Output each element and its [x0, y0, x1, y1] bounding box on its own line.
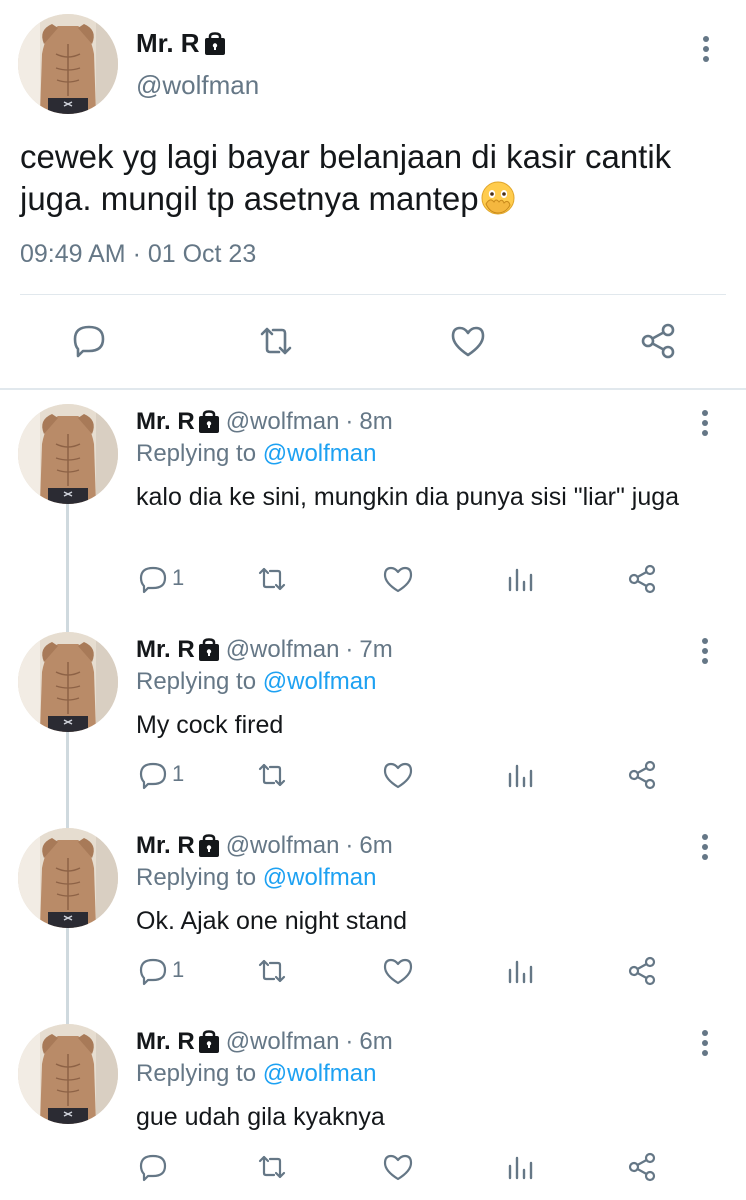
- retweet-icon[interactable]: [253, 318, 299, 364]
- relative-time[interactable]: 6m: [359, 832, 392, 860]
- replying-to-mention[interactable]: @wolfman: [263, 1060, 377, 1087]
- reply-text: Ok. Ajak one night stand: [136, 907, 408, 935]
- reply-icon[interactable]: [136, 1150, 170, 1184]
- separator: ·: [345, 636, 354, 663]
- reply-text: kalo dia ke sini, mungkin dia punya sisi…: [136, 483, 680, 511]
- more-options-icon[interactable]: [699, 36, 713, 66]
- handle[interactable]: @wolfman: [226, 408, 340, 436]
- retweet-icon[interactable]: [255, 954, 289, 988]
- separator: ·: [345, 408, 354, 435]
- reply-icon[interactable]: [136, 562, 170, 596]
- handle[interactable]: @wolfman: [136, 70, 259, 101]
- display-name-text[interactable]: Mr. R: [136, 28, 200, 59]
- reply-header: Mr. R @wolfman · 6m: [136, 832, 393, 860]
- replying-prefix: Replying to: [136, 440, 257, 467]
- analytics-icon[interactable]: [504, 954, 538, 988]
- share-icon[interactable]: [625, 954, 659, 988]
- reply-tweet[interactable]: Mr. R @wolfman · 7m Replying to @wolfman…: [0, 620, 746, 816]
- lock-icon: [198, 410, 220, 434]
- like-icon[interactable]: [381, 562, 415, 596]
- display-name[interactable]: Mr. R: [136, 832, 195, 860]
- replying-prefix: Replying to: [136, 668, 257, 695]
- replying-prefix: Replying to: [136, 864, 257, 891]
- relative-time[interactable]: 7m: [359, 636, 392, 664]
- avatar[interactable]: [18, 828, 118, 928]
- reply-icon[interactable]: [66, 318, 112, 364]
- analytics-icon[interactable]: [504, 562, 538, 596]
- separator: ·: [345, 832, 354, 859]
- reply-header: Mr. R @wolfman · 7m: [136, 636, 393, 664]
- lock-icon: [198, 638, 220, 662]
- reply-count: 1: [172, 761, 185, 786]
- reply-tweet[interactable]: Mr. R @wolfman · 6m Replying to @wolfman…: [0, 1012, 746, 1200]
- replying-to: Replying to @wolfman: [136, 1060, 376, 1088]
- reply-icon[interactable]: [136, 758, 170, 792]
- reply-header: Mr. R @wolfman · 8m: [136, 408, 393, 436]
- more-options-icon[interactable]: [698, 834, 712, 864]
- analytics-icon[interactable]: [504, 758, 538, 792]
- display-name[interactable]: Mr. R: [136, 28, 226, 59]
- replying-to: Replying to @wolfman: [136, 440, 376, 468]
- replying-to: Replying to @wolfman: [136, 864, 376, 892]
- reply-tweet[interactable]: Mr. R @wolfman · 6m Replying to @wolfman…: [0, 816, 746, 1012]
- share-icon[interactable]: [625, 1150, 659, 1184]
- divider: [20, 294, 726, 295]
- reply-header: Mr. R @wolfman · 6m: [136, 1028, 393, 1056]
- timestamp[interactable]: 09:49 AM · 01 Oct 23: [20, 240, 256, 269]
- avatar[interactable]: [18, 404, 118, 504]
- replying-to-mention[interactable]: @wolfman: [263, 668, 377, 695]
- like-icon[interactable]: [381, 1150, 415, 1184]
- retweet-icon[interactable]: [255, 562, 289, 596]
- replying-to-mention[interactable]: @wolfman: [263, 440, 377, 467]
- replying-to-mention[interactable]: @wolfman: [263, 864, 377, 891]
- replying-to: Replying to @wolfman: [136, 668, 376, 696]
- reply-count: 1: [172, 565, 185, 590]
- handle[interactable]: @wolfman: [226, 832, 340, 860]
- tweet-text: cewek yg lagi bayar belanjaan di kasir c…: [20, 136, 720, 220]
- hand-over-mouth-emoji-icon: [480, 180, 516, 216]
- more-options-icon[interactable]: [698, 410, 712, 440]
- reply-text: gue udah gila kyaknya: [136, 1103, 385, 1131]
- handle[interactable]: @wolfman: [226, 1028, 340, 1056]
- separator: ·: [345, 1028, 354, 1055]
- analytics-icon[interactable]: [504, 1150, 538, 1184]
- like-icon[interactable]: [381, 954, 415, 988]
- reply-icon[interactable]: [136, 954, 170, 988]
- like-icon[interactable]: [445, 318, 491, 364]
- relative-time[interactable]: 6m: [359, 1028, 392, 1056]
- section-divider: [0, 388, 746, 390]
- reply-tweet[interactable]: Mr. R @wolfman · 8m Replying to @wolfman…: [0, 392, 746, 594]
- display-name[interactable]: Mr. R: [136, 408, 195, 436]
- lock-icon: [204, 31, 226, 56]
- display-name[interactable]: Mr. R: [136, 636, 195, 664]
- retweet-icon[interactable]: [255, 1150, 289, 1184]
- avatar[interactable]: [18, 14, 118, 114]
- share-icon[interactable]: [625, 562, 659, 596]
- more-options-icon[interactable]: [698, 638, 712, 668]
- share-icon[interactable]: [625, 758, 659, 792]
- tweet-text-content: cewek yg lagi bayar belanjaan di kasir c…: [20, 138, 672, 217]
- reply-count: 1: [172, 957, 185, 982]
- relative-time[interactable]: 8m: [359, 408, 392, 436]
- reply-text: My cock fired: [136, 711, 284, 739]
- main-tweet: Mr. R @wolfman cewek yg lagi bayar belan…: [0, 0, 746, 388]
- avatar[interactable]: [18, 632, 118, 732]
- handle[interactable]: @wolfman: [226, 636, 340, 664]
- replying-prefix: Replying to: [136, 1060, 257, 1087]
- lock-icon: [198, 834, 220, 858]
- retweet-icon[interactable]: [255, 758, 289, 792]
- more-options-icon[interactable]: [698, 1030, 712, 1060]
- display-name[interactable]: Mr. R: [136, 1028, 195, 1056]
- lock-icon: [198, 1030, 220, 1054]
- like-icon[interactable]: [381, 758, 415, 792]
- avatar[interactable]: [18, 1024, 118, 1124]
- share-icon[interactable]: [635, 318, 681, 364]
